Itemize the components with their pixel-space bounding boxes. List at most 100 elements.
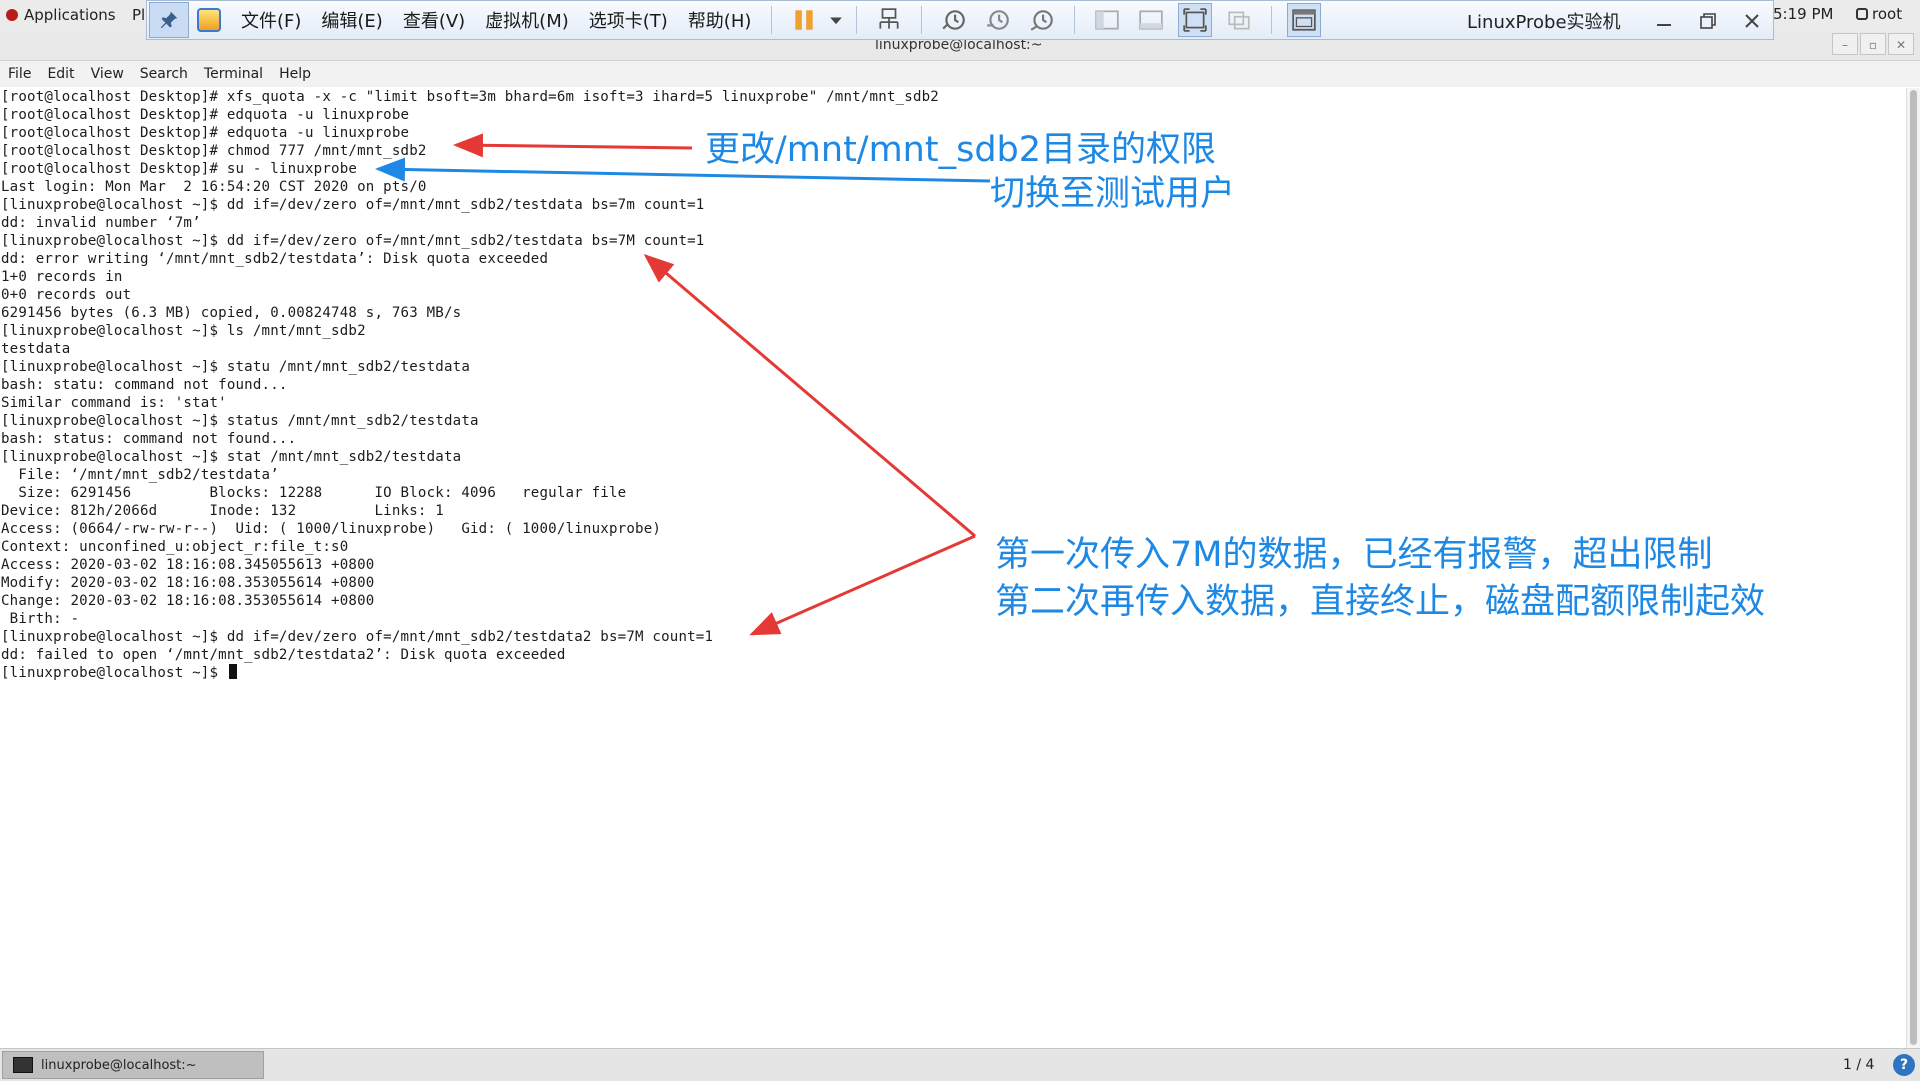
terminal-line: [linuxprobe@localhost ~]$ dd if=/dev/zer… — [1, 233, 705, 249]
menu-tabs[interactable]: 选项卡(T) — [579, 7, 678, 33]
help-icon[interactable]: ? — [1893, 1054, 1915, 1076]
terminal-menu-file[interactable]: File — [0, 66, 39, 82]
revert-clock-icon — [987, 10, 1010, 30]
library-panel-icon — [1095, 10, 1120, 30]
chevron-down-icon — [830, 17, 843, 25]
vm-title: LinuxProbe实验机 — [1467, 12, 1621, 33]
terminal-line: [linuxprobe@localhost ~]$ ls /mnt/mnt_sd… — [1, 323, 366, 339]
menu-file[interactable]: 文件(F) — [231, 7, 311, 33]
terminal-text: [root@localhost Desktop]# xfs_quota -x -… — [1, 88, 939, 682]
network-keyboard-icon — [879, 8, 899, 29]
terminal-line: Similar command is: 'stat' — [1, 395, 227, 411]
terminal-line: Access: (0664/-rw-rw-r--) Uid: ( 1000/li… — [1, 521, 662, 537]
close-window-button[interactable]: ✕ — [1888, 33, 1914, 55]
applications-menu[interactable]: Applications — [6, 6, 116, 24]
toolbar-separator — [1074, 6, 1076, 34]
bottom-taskbar: linuxprobe@localhost:~ 1 / 4 ? — [0, 1048, 1920, 1081]
terminal-line: 0+0 records out — [1, 287, 132, 303]
menu-edit[interactable]: 编辑(E) — [311, 7, 392, 33]
menu-vm[interactable]: 虚拟机(M) — [475, 7, 579, 33]
unity-button[interactable] — [1222, 3, 1256, 37]
menu-help[interactable]: 帮助(H) — [678, 7, 762, 33]
terminal-line: Modify: 2020-03-02 18:16:08.353055614 +0… — [1, 575, 375, 591]
vm-close-button[interactable] — [1740, 9, 1764, 33]
annotation-quota-second: 第二次再传入数据，直接终止，磁盘配额限制起效 — [995, 582, 1766, 622]
terminal-line: [linuxprobe@localhost ~]$ dd if=/dev/zer… — [1, 629, 714, 645]
pin-toolbar-button[interactable] — [149, 2, 189, 38]
fullscreen-icon — [1183, 8, 1208, 32]
show-thumbnail-bar-button[interactable] — [1134, 3, 1168, 37]
annotation-quota-first: 第一次传入7M的数据，已经有报警，超出限制 — [995, 535, 1713, 575]
terminal-line: [linuxprobe@localhost ~]$ — [1, 664, 939, 682]
terminal-line: dd: invalid number ‘7m’ — [1, 215, 201, 231]
terminal-line: [linuxprobe@localhost ~]$ status /mnt/mn… — [1, 413, 479, 429]
pin-icon — [160, 11, 178, 29]
revert-snapshot-button[interactable] — [981, 3, 1015, 37]
terminal-line: File: ‘/mnt/mnt_sdb2/testdata’ — [1, 467, 279, 483]
terminal-menu-view[interactable]: View — [83, 66, 132, 82]
close-icon — [1745, 14, 1759, 28]
minimize-icon — [1657, 24, 1671, 26]
terminal-line: bash: statu: command not found... — [1, 377, 288, 393]
taskbar-terminal-item[interactable]: linuxprobe@localhost:~ — [2, 1051, 264, 1079]
restore-icon — [1700, 13, 1716, 29]
workspace-indicator[interactable]: 1 / 4 — [1843, 1057, 1874, 1073]
scrollbar-thumb[interactable] — [1910, 90, 1917, 1045]
minimize-window-button[interactable]: – — [1832, 33, 1858, 55]
console-view-button[interactable] — [1287, 3, 1322, 37]
unity-icon — [1228, 11, 1251, 30]
terminal-line: [linuxprobe@localhost ~]$ dd if=/dev/zer… — [1, 197, 705, 213]
terminal-menu-help[interactable]: Help — [271, 66, 319, 82]
terminal-cursor — [228, 664, 237, 679]
show-library-button[interactable] — [1090, 3, 1124, 37]
gnome-foot-icon — [6, 9, 18, 21]
pause-button[interactable] — [787, 3, 821, 37]
vm-restore-button[interactable] — [1696, 9, 1720, 33]
terminal-line: bash: status: command not found... — [1, 431, 297, 447]
terminal-line: Last login: Mon Mar 2 16:54:20 CST 2020 … — [1, 179, 427, 195]
user-name: root — [1872, 5, 1903, 23]
snapshot-manager-button[interactable] — [1025, 3, 1059, 37]
terminal-menu-search[interactable]: Search — [132, 66, 196, 82]
snapshot-button[interactable] — [937, 3, 971, 37]
terminal-line: Device: 812h/2066d Inode: 132 Links: 1 — [1, 503, 444, 519]
terminal-line: 6291456 bytes (6.3 MB) copied, 0.0082474… — [1, 305, 462, 321]
terminal-line: dd: error writing ‘/mnt/mnt_sdb2/testdat… — [1, 251, 549, 267]
vmware-logo-icon — [197, 8, 221, 32]
toolbar-separator — [1271, 6, 1273, 34]
terminal-line: testdata — [1, 341, 71, 357]
toolbar-separator — [921, 6, 923, 34]
annotation-su: 切换至测试用户 — [990, 174, 1236, 214]
terminal-line: [root@localhost Desktop]# xfs_quota -x -… — [1, 89, 939, 105]
terminal-line: Change: 2020-03-02 18:16:08.353055614 +0… — [1, 593, 375, 609]
vmware-toolbar: 文件(F) 编辑(E) 查看(V) 虚拟机(M) 选项卡(T) 帮助(H) Li… — [146, 0, 1774, 40]
terminal-line: Birth: - — [1, 611, 80, 627]
clock[interactable]: 5:19 PM — [1773, 5, 1833, 23]
taskbar-terminal-label: linuxprobe@localhost:~ — [41, 1057, 197, 1073]
fullscreen-button[interactable] — [1178, 3, 1213, 37]
terminal-menu-terminal[interactable]: Terminal — [196, 66, 271, 82]
vmware-menu: 文件(F) 编辑(E) 查看(V) 虚拟机(M) 选项卡(T) 帮助(H) — [231, 7, 761, 33]
send-ctrl-alt-del-button[interactable] — [872, 3, 906, 37]
toolbar-separator — [856, 6, 858, 34]
terminal-line: dd: failed to open ‘/mnt/mnt_sdb2/testda… — [1, 647, 566, 663]
maximize-window-button[interactable]: ▫ — [1860, 33, 1886, 55]
applications-label: Applications — [24, 6, 116, 24]
places-menu-partial[interactable]: Pl — [132, 6, 145, 24]
system-menu-icon — [1856, 8, 1868, 20]
terminal-line: [linuxprobe@localhost ~]$ statu /mnt/mnt… — [1, 359, 470, 375]
terminal-line: Access: 2020-03-02 18:16:08.345055613 +0… — [1, 557, 375, 573]
power-dropdown-button[interactable] — [826, 3, 846, 37]
terminal-line: 1+0 records in — [1, 269, 123, 285]
terminal-scrollbar[interactable] — [1906, 88, 1920, 1048]
snapshot-clock-icon — [942, 10, 966, 30]
snapshot-manager-icon — [1031, 10, 1054, 31]
vm-minimize-button[interactable] — [1652, 9, 1676, 33]
terminal-menu-edit[interactable]: Edit — [39, 66, 82, 82]
terminal-line: [linuxprobe@localhost ~]$ stat /mnt/mnt_… — [1, 449, 462, 465]
user-menu[interactable]: root — [1856, 5, 1902, 23]
menu-view[interactable]: 查看(V) — [393, 7, 475, 33]
toolbar-separator — [771, 6, 773, 34]
terminal-menubar: File Edit View Search Terminal Help — [0, 61, 1920, 87]
pause-icon — [795, 10, 814, 30]
